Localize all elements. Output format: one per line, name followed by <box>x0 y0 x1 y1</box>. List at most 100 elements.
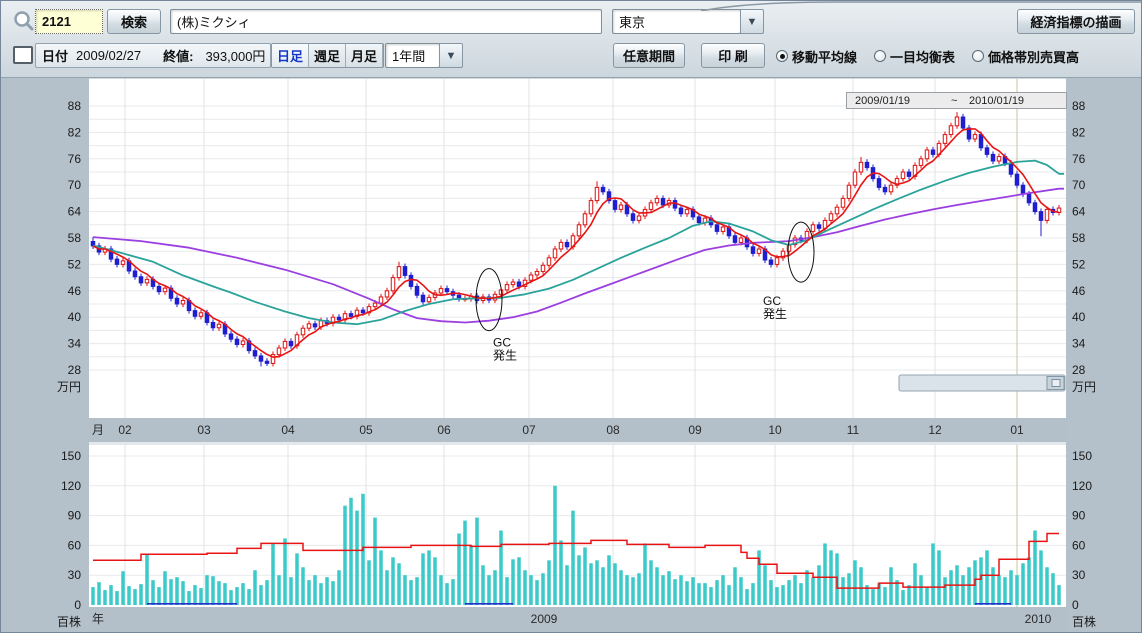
stock-name-field[interactable] <box>170 9 602 34</box>
y-axis-unit: 百株 <box>57 614 81 629</box>
chart-scrollbar[interactable] <box>899 375 1065 391</box>
close-value: 393,000円 <box>205 46 265 65</box>
month-label: 01 <box>1010 423 1024 437</box>
volume-bar <box>241 583 245 605</box>
candle-body <box>403 267 407 276</box>
candle-body <box>139 277 143 283</box>
search-button[interactable]: 検索 <box>107 9 161 34</box>
gc-label: GC <box>763 294 781 308</box>
exchange-select[interactable]: 東京 ▼ <box>612 9 764 34</box>
volume-bar <box>667 571 671 605</box>
range-value: 1年間 <box>385 43 440 68</box>
volume-bar <box>1051 573 1055 605</box>
candle-body <box>175 298 179 304</box>
volume-bar <box>943 577 947 605</box>
candle-body <box>601 187 605 191</box>
candle-body <box>541 265 545 271</box>
volume-bar <box>181 581 185 605</box>
volume-bar <box>637 573 641 605</box>
volume-bar <box>1027 557 1031 605</box>
volume-bar <box>883 587 887 605</box>
volume-bar <box>949 570 953 605</box>
volume-bar <box>307 580 311 605</box>
volume-bar <box>109 585 113 605</box>
scrollbar-button-icon[interactable] <box>1052 380 1060 387</box>
volume-bar <box>703 583 707 605</box>
radio-label: 一目均衡表 <box>890 47 955 66</box>
candle-body <box>301 328 305 335</box>
y-tick-label: 82 <box>1072 125 1086 139</box>
date-range-box: 2009/01/19 ~ 2010/01/19 <box>846 92 1067 109</box>
volume-bar <box>535 580 539 605</box>
y-tick-label: 46 <box>1072 284 1086 298</box>
radio-moving-average[interactable]: 移動平均線 <box>776 47 857 66</box>
volume-bar <box>787 580 791 605</box>
radio-ichimoku[interactable]: 一目均衡表 <box>874 47 955 66</box>
volume-bar <box>187 591 191 605</box>
panel-gap <box>89 442 1066 445</box>
window-icon[interactable] <box>13 46 33 64</box>
candle-body <box>565 242 569 246</box>
y-tick-label: 0 <box>1072 598 1079 612</box>
candle-body <box>655 198 659 202</box>
y-axis-unit: 百株 <box>1072 614 1096 629</box>
candle-body <box>679 208 683 214</box>
tab-weekly[interactable]: 週足 <box>309 44 346 67</box>
tab-monthly[interactable]: 月足 <box>346 44 383 67</box>
volume-bar <box>817 565 821 605</box>
candle-body <box>955 117 959 126</box>
volume-bar <box>985 550 989 605</box>
volume-bar <box>733 567 737 605</box>
y-tick-label: 30 <box>1072 568 1086 582</box>
volume-bar <box>127 586 131 605</box>
dropdown-arrow-icon[interactable]: ▼ <box>740 9 764 34</box>
volume-bar <box>319 583 323 605</box>
candle-body <box>949 126 953 135</box>
custom-range-button[interactable]: 任意期間 <box>613 43 685 68</box>
candle-body <box>181 300 185 304</box>
tab-daily[interactable]: 日足 <box>272 44 309 67</box>
dropdown-arrow-icon[interactable]: ▼ <box>439 43 463 68</box>
range-select[interactable]: 1年間 ▼ <box>385 43 463 68</box>
print-button[interactable]: 印 刷 <box>701 43 765 68</box>
candle-body <box>997 157 1001 161</box>
volume-bar <box>679 575 683 605</box>
month-label: 12 <box>928 423 942 437</box>
volume-bar <box>601 567 605 605</box>
candle-body <box>1021 185 1025 194</box>
volume-bar <box>295 553 299 605</box>
volume-bar <box>793 575 797 605</box>
stock-code-input[interactable] <box>35 9 103 34</box>
volume-bar <box>463 521 467 605</box>
economic-indicator-button[interactable]: 経済指標の描画 <box>1017 9 1135 34</box>
volume-bar <box>157 587 161 605</box>
candle-body <box>229 334 233 339</box>
volume-bar <box>421 553 425 605</box>
volume-bar <box>853 560 857 605</box>
volume-bar <box>91 587 95 605</box>
volume-bar <box>967 567 971 605</box>
volume-bar <box>1057 585 1061 605</box>
candle-body <box>397 267 401 278</box>
month-axis-title: 月 <box>92 423 104 437</box>
y-tick-label: 28 <box>1072 363 1086 377</box>
y-tick-label: 60 <box>1072 538 1086 552</box>
volume-bar <box>139 584 143 605</box>
y-tick-label: 46 <box>68 284 82 298</box>
month-label: 10 <box>768 423 782 437</box>
radio-volume-by-price[interactable]: 価格帯別売買高 <box>972 47 1079 66</box>
volume-bar <box>343 506 347 605</box>
volume-bar <box>841 577 845 605</box>
candle-body <box>559 242 563 249</box>
volume-bar <box>571 511 575 605</box>
search-icon[interactable] <box>12 10 35 38</box>
volume-bar <box>403 575 407 605</box>
volume-bar <box>685 581 689 605</box>
y-tick-label: 28 <box>68 363 82 377</box>
year-label: 2010 <box>1025 612 1052 626</box>
volume-bar <box>355 511 359 605</box>
candle-body <box>889 185 893 192</box>
candle-body <box>817 225 821 229</box>
candle-body <box>595 187 599 200</box>
y-tick-label: 70 <box>1072 178 1086 192</box>
